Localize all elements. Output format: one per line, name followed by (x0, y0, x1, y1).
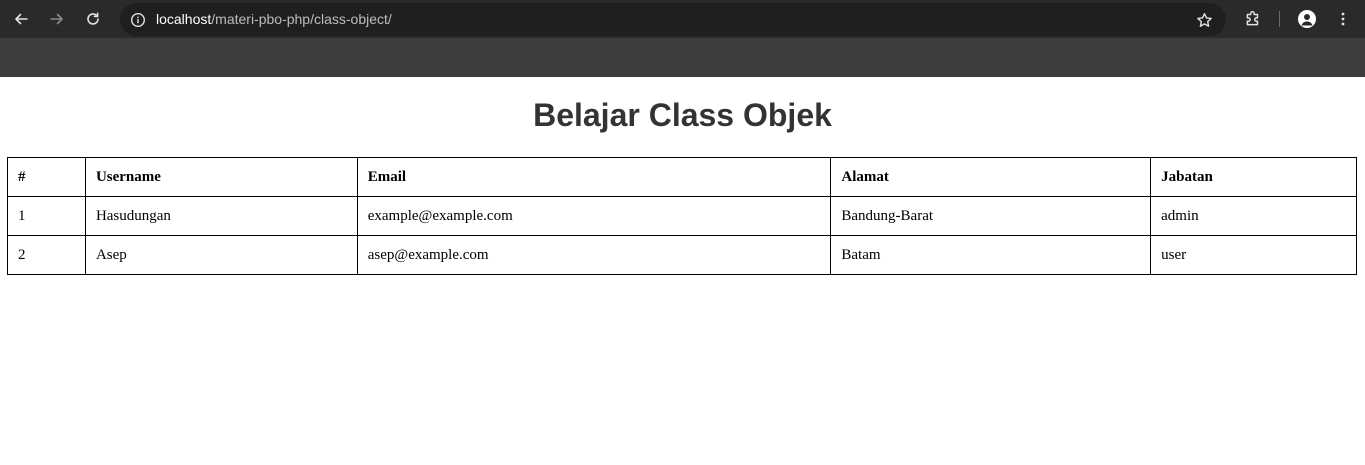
person-icon (1298, 10, 1316, 28)
info-icon (130, 12, 146, 28)
browser-menu-button[interactable] (1331, 7, 1355, 31)
forward-button[interactable] (44, 6, 70, 32)
cell-jabatan: admin (1150, 196, 1357, 236)
arrow-left-icon (15, 13, 28, 25)
browser-chrome: localhost/materi-pbo-php/class-object/ (0, 0, 1365, 77)
column-header-email: Email (356, 157, 832, 197)
bookmark-button[interactable] (1194, 10, 1214, 30)
table-row: 1 Hasudungan example@example.com Bandung… (7, 196, 1357, 236)
reload-icon (87, 12, 99, 25)
page-title: Belajar Class Objek (533, 97, 832, 133)
cell-username: Hasudungan (84, 196, 358, 236)
extensions-button[interactable] (1241, 7, 1265, 31)
cell-email: example@example.com (356, 196, 832, 236)
cell-number: 1 (7, 196, 86, 236)
url-host: localhost (156, 11, 212, 27)
puzzle-icon (1246, 11, 1259, 26)
kebab-menu-icon (1341, 12, 1345, 26)
toolbar-separator (1279, 11, 1280, 27)
address-bar[interactable]: localhost/materi-pbo-php/class-object/ (120, 3, 1226, 36)
column-header-alamat: Alamat (830, 157, 1152, 197)
back-button[interactable] (8, 6, 34, 32)
page-content: Belajar Class Objek # Username Email Ala… (0, 77, 1365, 465)
cell-alamat: Bandung-Barat (830, 196, 1152, 236)
star-icon (1196, 12, 1212, 27)
table-row: 2 Asep asep@example.com Batam user (7, 235, 1357, 275)
cell-email: asep@example.com (356, 235, 832, 275)
profile-button[interactable] (1295, 7, 1319, 31)
cell-username: Asep (84, 235, 358, 275)
cell-number: 2 (7, 235, 86, 275)
url-path: /materi-pbo-php/class-object/ (211, 11, 392, 27)
cell-alamat: Batam (830, 235, 1152, 275)
url-text[interactable]: localhost/materi-pbo-php/class-object/ (156, 11, 392, 27)
browser-toolbar: localhost/materi-pbo-php/class-object/ (0, 0, 1365, 38)
column-header-number: # (7, 157, 86, 197)
site-info-button[interactable] (127, 9, 149, 31)
arrow-right-icon (50, 13, 63, 25)
users-table: # Username Email Alamat Jabatan 1 Hasudu… (7, 157, 1357, 275)
column-header-username: Username (84, 157, 358, 197)
reload-button[interactable] (80, 6, 106, 32)
table-header-row: # Username Email Alamat Jabatan (7, 157, 1357, 197)
column-header-jabatan: Jabatan (1150, 157, 1357, 197)
cell-jabatan: user (1150, 235, 1357, 275)
